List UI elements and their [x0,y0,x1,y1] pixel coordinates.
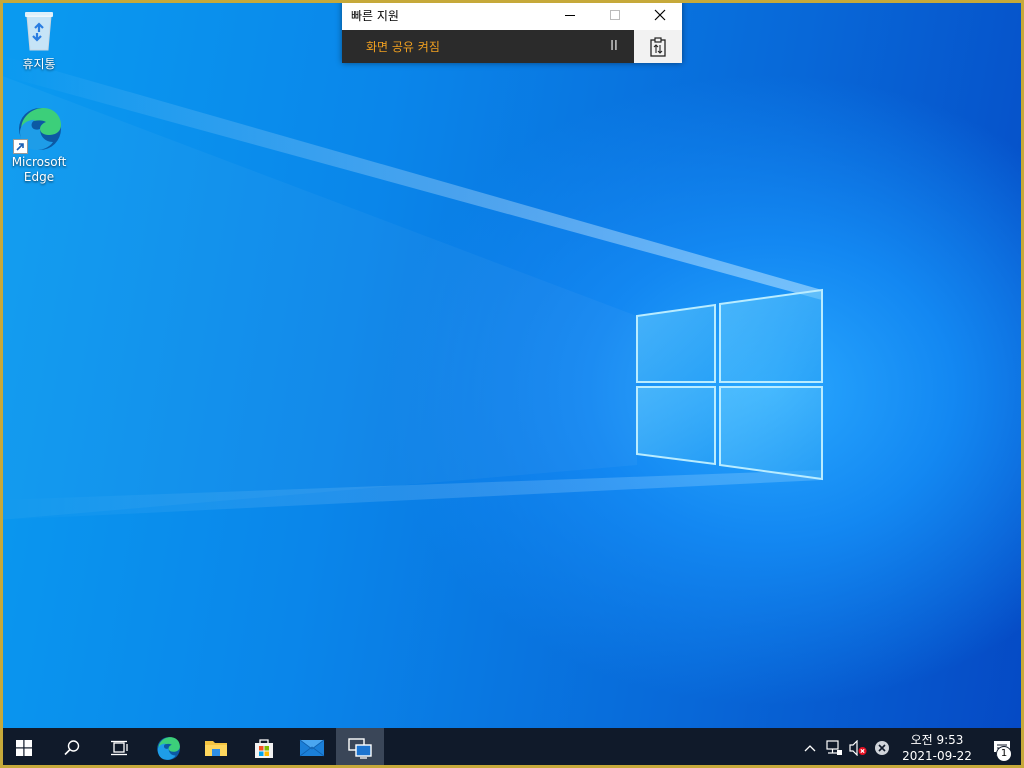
windows-logo-icon [16,740,32,756]
wallpaper [0,55,823,520]
maximize-icon [609,10,620,20]
quick-assist-button[interactable] [336,728,384,768]
quick-assist-window[interactable]: 빠른 지원 화면 공유 켜짐 II [342,0,682,63]
close-button[interactable] [637,0,682,30]
desktop-icon-recycle-bin[interactable]: 휴지통 [5,6,73,72]
clipboard-transfer-icon [650,36,666,57]
action-center-button[interactable]: 1 [980,728,1024,768]
screen-sharing-status: 화면 공유 켜짐 [366,40,440,54]
maximize-button[interactable] [592,0,637,30]
desktop-icon-label: Microsoft Edge [11,155,67,184]
desktop-icon-label: 휴지통 [22,57,56,71]
notification-count-badge: 1 [996,746,1012,762]
quick-assist-icon [348,738,372,759]
window-title: 빠른 지원 [351,8,399,23]
clock-time: 오전 9:53 [910,733,964,747]
edge-icon [157,737,180,760]
network-button[interactable] [822,728,846,768]
start-button[interactable] [0,728,48,768]
quick-assist-toolbar: 화면 공유 켜짐 II [342,30,682,63]
search-icon [64,740,80,756]
recycle-bin-icon [15,6,63,54]
clock-date: 2021-09-22 [902,749,972,763]
network-icon [826,740,842,755]
edge-icon [13,104,63,154]
windows-wallpaper-logo [636,288,823,481]
taskbar: 오전 9:53 2021-09-22 1 [0,728,1024,768]
search-button[interactable] [48,728,96,768]
close-icon [654,9,665,21]
close-circle-icon [875,741,889,755]
store-icon [255,739,273,758]
desktop-icon-edge[interactable]: Microsoft Edge [5,104,73,185]
mail-icon [299,739,325,757]
store-button[interactable] [240,728,288,768]
desktop[interactable]: 휴지통 Microsoft Edge 빠른 지원 화면 공유 켜짐 II 오전 … [0,0,1024,768]
task-view-button[interactable] [96,728,144,768]
folder-icon [205,741,227,756]
file-explorer-button[interactable] [192,728,240,768]
clipboard-button[interactable] [634,30,682,63]
mail-button[interactable] [288,728,336,768]
minimize-button[interactable] [547,0,592,30]
edge-button[interactable] [144,728,192,768]
show-hidden-icons-button[interactable] [798,728,822,768]
minimize-icon [564,15,575,16]
error-status-button[interactable] [870,728,894,768]
volume-muted-icon [849,740,867,756]
system-tray: 오전 9:53 2021-09-22 1 [798,728,1024,768]
window-titlebar[interactable]: 빠른 지원 [342,0,682,30]
clock[interactable]: 오전 9:53 2021-09-22 [898,732,976,764]
chevron-up-icon [804,745,816,752]
task-view-icon [111,740,128,756]
shortcut-arrow-icon [13,139,28,154]
pause-button[interactable]: II [594,30,634,63]
volume-button[interactable] [846,728,870,768]
